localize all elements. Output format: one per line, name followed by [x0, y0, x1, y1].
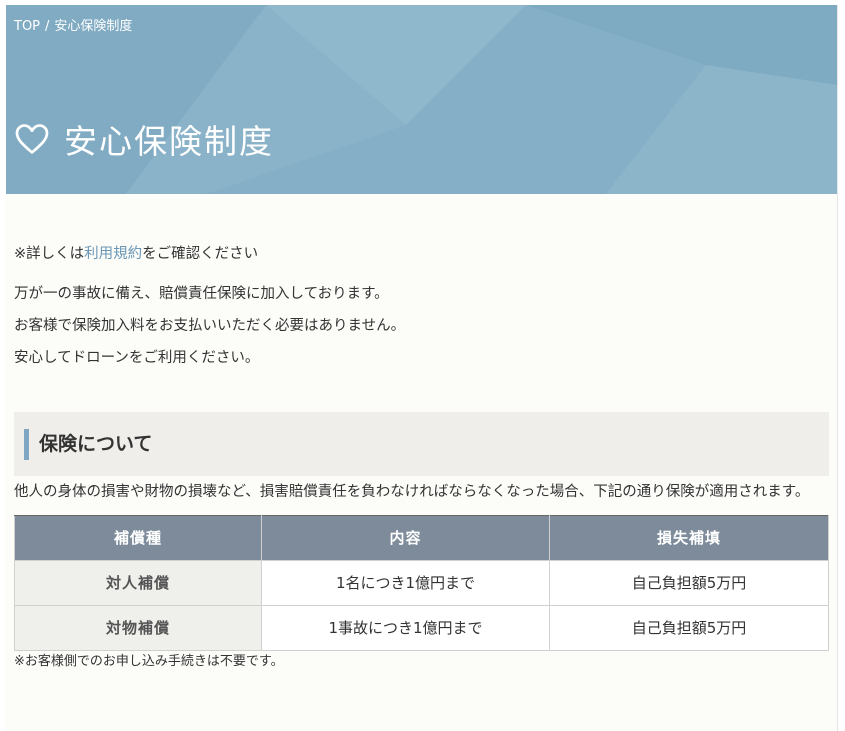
section-accent-bar: [24, 428, 29, 460]
intro-line: 安心してドローンをご利用ください。: [14, 350, 260, 366]
table-cell: 1名につき1億円まで: [261, 560, 550, 606]
terms-note: ※詳しくは利用規約をご確認ください: [14, 238, 829, 270]
insurance-table: 補償種 内容 損失補填 対人補償 1名につき1億円まで 自己負担額5万円 対物補…: [14, 515, 829, 651]
table-header-row: 補償種 内容 損失補填: [14, 515, 829, 561]
heart-outline-icon: [14, 121, 50, 157]
hero-banner: TOP / 安心保険制度 安心保険制度: [6, 5, 837, 194]
page-title-text: 安心保険制度: [64, 122, 274, 161]
main-content: ※詳しくは利用規約をご確認ください 万が一の事故に備え、賠償責任保険に加入してお…: [6, 194, 837, 673]
table-row-header: 対人補償: [14, 560, 262, 606]
intro-line: 万が一の事故に備え、賠償責任保険に加入しております。: [14, 286, 389, 302]
terms-note-suffix: をご確認ください: [142, 246, 259, 262]
table-cell: 自己負担額5万円: [549, 605, 829, 651]
breadcrumb-home-link[interactable]: TOP: [14, 19, 40, 34]
page-title: 安心保険制度: [14, 115, 274, 163]
table-cell: 1事故につき1億円まで: [261, 605, 550, 651]
section-heading: 保険について: [14, 412, 829, 476]
intro-text: 万が一の事故に備え、賠償責任保険に加入しております。 お客様で保険加入料をお支払…: [14, 278, 829, 374]
terms-link[interactable]: 利用規約: [84, 246, 142, 262]
terms-note-prefix: ※詳しくは: [14, 246, 85, 262]
table-header: 補償種: [14, 515, 262, 561]
table-cell: 自己負担額5万円: [549, 560, 829, 606]
table-row: 対物補償 1事故につき1億円まで 自己負担額5万円: [14, 605, 829, 651]
breadcrumb: TOP / 安心保険制度: [14, 15, 132, 34]
table-row: 対人補償 1名につき1億円まで 自己負担額5万円: [14, 560, 829, 606]
breadcrumb-separator: /: [45, 19, 50, 34]
intro-line: お客様で保険加入料をお支払いいただく必要はありません。: [14, 318, 406, 334]
page: TOP / 安心保険制度 安心保険制度 ※詳しくは利用規約をご確認ください 万が一の…: [6, 5, 838, 731]
table-header: 損失補填: [549, 515, 829, 561]
section-title: 保険について: [39, 433, 153, 455]
table-row-header: 対物補償: [14, 605, 262, 651]
section-lead: 他人の身体の損害や財物の損壊など、損害賠償責任を負わなければならなくなった場合、…: [14, 484, 810, 500]
table-header: 内容: [261, 515, 550, 561]
footnote: ※お客様側でのお申し込み手続きは不要です。: [14, 654, 284, 669]
breadcrumb-current: 安心保険制度: [54, 19, 133, 34]
